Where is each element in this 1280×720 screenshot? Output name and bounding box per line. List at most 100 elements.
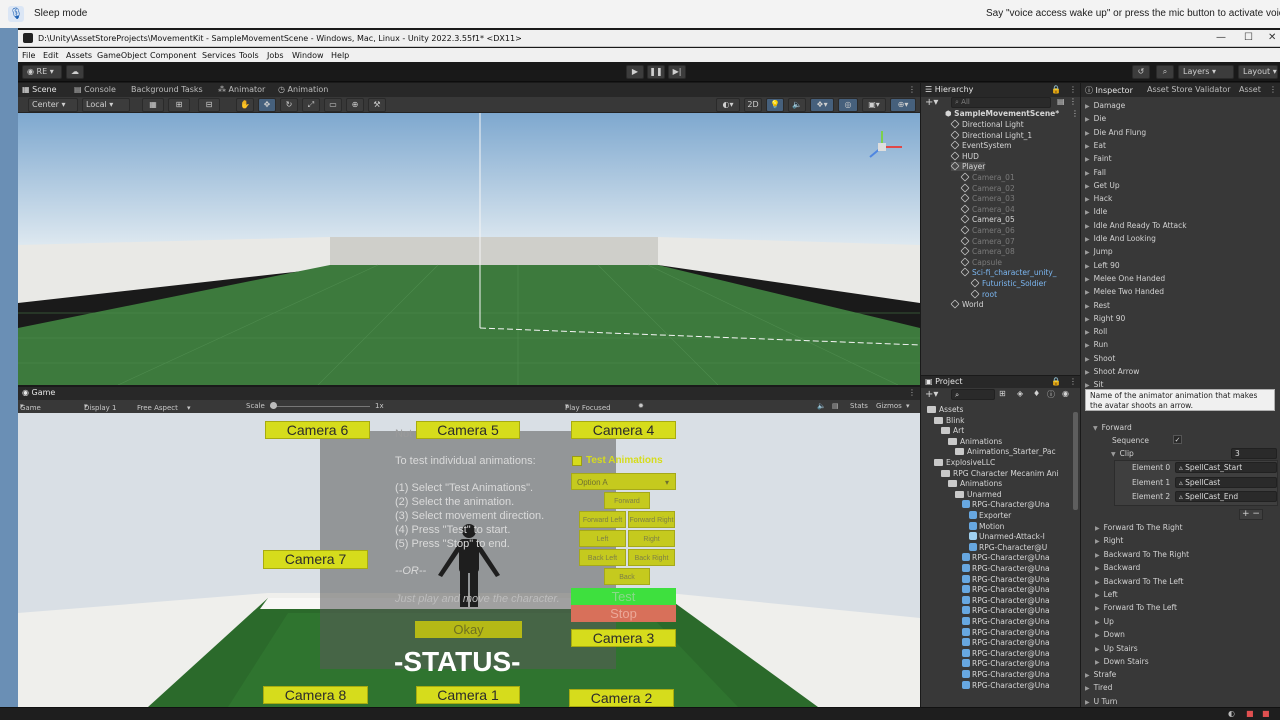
clip-foldout[interactable]: ▼ Clip — [1111, 449, 1134, 458]
inspector-foldout[interactable]: ▶ Left 90 — [1085, 261, 1120, 270]
mute-icon[interactable]: 🔈 — [817, 402, 826, 410]
info-icon[interactable]: ⓘ — [1047, 389, 1055, 400]
inspector-foldout[interactable]: ▶ Shoot — [1085, 354, 1115, 363]
hierarchy-item[interactable]: Directional Light — [950, 119, 1024, 129]
inspector-foldout[interactable]: ▶ U Turn — [1085, 697, 1117, 706]
more-icon[interactable]: ⋮ — [908, 85, 916, 97]
inspector-foldout[interactable]: ▶ Jump — [1085, 247, 1113, 256]
inspector-foldout[interactable]: ▶ Rest — [1085, 301, 1110, 310]
project-item[interactable]: RPG-Character@Una — [962, 680, 1050, 690]
rect-tool-icon[interactable]: ▭ — [324, 98, 342, 112]
custom-tool-icon[interactable]: ⚒ — [368, 98, 386, 112]
okay-button[interactable]: Okay — [415, 621, 522, 638]
camera-7-button[interactable]: Camera 7 — [263, 550, 368, 569]
project-item[interactable]: RPG-Character@Una — [962, 670, 1050, 679]
test-button[interactable]: Test — [571, 588, 676, 605]
tab-animation[interactable]: ◷ Animation — [278, 85, 328, 97]
hierarchy-item[interactable]: Camera_06 — [960, 225, 1015, 235]
hierarchy-more-icon[interactable]: ⋮ — [1069, 85, 1077, 97]
scale-tool-icon[interactable]: ⤢ — [302, 98, 320, 112]
project-item[interactable]: RPG Character Mecanim Ani — [941, 469, 1059, 478]
camera-3-button[interactable]: Camera 3 — [571, 629, 676, 647]
inspector-foldout[interactable]: ▶ Melee One Handed — [1085, 274, 1165, 283]
hierarchy-item[interactable]: Camera_08 — [960, 246, 1015, 256]
history-icon[interactable]: ↺ — [1132, 65, 1150, 79]
inspector-foldout[interactable]: ▶ Strafe — [1085, 670, 1116, 679]
increment-icon[interactable]: ⊟ — [198, 98, 220, 112]
camera-4-button[interactable]: Camera 4 — [571, 421, 676, 439]
project-item[interactable]: RPG-Character@Una — [962, 585, 1050, 594]
stop-button[interactable]: Stop — [571, 605, 676, 622]
inspector-foldout[interactable]: ▶ Eat — [1085, 141, 1106, 150]
clip-count-field[interactable]: 3 — [1231, 448, 1277, 459]
hierarchy-filter-icon[interactable]: ▤ — [1057, 97, 1065, 106]
scene-more-icon[interactable]: ⋮ — [1071, 109, 1079, 118]
tab-asset-store-validator[interactable]: Asset Store Validator — [1147, 85, 1231, 97]
grid-icon[interactable]: ▦ — [142, 98, 164, 112]
inspector-foldout[interactable]: ▶ Hack — [1085, 194, 1112, 203]
forward-foldout[interactable]: ▼ Forward — [1093, 423, 1132, 432]
hierarchy-item[interactable]: World — [950, 299, 984, 309]
favorite-icon[interactable]: ♦ — [1033, 389, 1040, 398]
error-icon[interactable]: ■ — [1246, 709, 1254, 718]
inspector-foldout[interactable]: ▶ Faint — [1085, 154, 1112, 163]
project-item[interactable]: Motion — [969, 521, 1004, 531]
hierarchy-item[interactable]: Futuristic_Soldier — [970, 278, 1046, 288]
camera-1-button[interactable]: Camera 1 — [416, 686, 520, 704]
shading-mode-icon[interactable]: ◐▾ — [716, 98, 740, 112]
inspector-foldout[interactable]: ▶ Fall — [1085, 168, 1106, 177]
search-icon[interactable]: ⌕ — [1156, 65, 1174, 79]
hierarchy-item[interactable]: Capsule — [960, 257, 1002, 267]
hidden-objects-icon[interactable]: ◎ — [838, 98, 858, 112]
toggle-2d-button[interactable]: 2D — [744, 98, 762, 112]
step-icon[interactable]: ▶| — [668, 65, 686, 79]
tab-scene[interactable]: ▦ Scene — [22, 85, 57, 97]
project-item[interactable]: Exporter — [969, 511, 1011, 520]
tab-background-tasks[interactable]: Background Tasks — [131, 85, 203, 97]
inspector-foldout[interactable]: ▶ Down Stairs — [1095, 657, 1149, 666]
close-icon[interactable]: ✕ — [1268, 32, 1276, 43]
project-item[interactable]: Animations — [948, 479, 1002, 488]
project-item[interactable]: Unarmed-Attack-I — [969, 532, 1045, 541]
inspector-foldout[interactable]: ▶ Forward To The Right — [1095, 523, 1183, 532]
menu-assets[interactable]: Assets — [66, 51, 92, 60]
effects-icon[interactable]: ❖▾ — [810, 98, 834, 112]
account-button[interactable]: ◉ RE ▾ — [22, 65, 62, 79]
bug-icon[interactable]: ✹ — [638, 402, 644, 410]
project-add-icon[interactable]: +▾ — [925, 389, 938, 400]
camera-6-button[interactable]: Camera 6 — [265, 421, 370, 439]
direction-back-right-button[interactable]: Back Right — [628, 549, 675, 566]
menu-jobs[interactable]: Jobs — [267, 51, 284, 60]
camera-settings-icon[interactable]: ▣▾ — [862, 98, 886, 112]
inspector-foldout[interactable]: ▶ Run — [1085, 340, 1108, 349]
gizmos-icon[interactable]: ⊕▾ — [890, 98, 916, 112]
inspector-foldout[interactable]: ▶ Right — [1095, 536, 1123, 545]
search-by-type-icon[interactable]: ⊞ — [999, 389, 1006, 398]
inspector-foldout[interactable]: ▶ Up Stairs — [1095, 644, 1138, 653]
camera-2-button[interactable]: Camera 2 — [569, 689, 674, 707]
pivot-dropdown[interactable]: Center ▾ — [28, 98, 78, 112]
hierarchy-item[interactable]: HUD — [950, 151, 979, 161]
space-dropdown[interactable]: Local ▾ — [82, 98, 130, 112]
hand-tool-icon[interactable]: ✋ — [236, 98, 254, 112]
direction-forward-left-button[interactable]: Forward Left — [579, 511, 626, 528]
pause-icon[interactable]: ❚❚ — [647, 65, 665, 79]
inspector-foldout[interactable]: ▶ Melee Two Handed — [1085, 287, 1164, 296]
display-mode-dropdown[interactable]: Game ▾ — [20, 402, 41, 412]
project-item[interactable]: Animations — [948, 437, 1002, 446]
project-item[interactable]: Animations_Starter_Pac — [955, 447, 1056, 456]
hierarchy-item[interactable]: Camera_03 — [960, 193, 1015, 203]
inspector-foldout[interactable]: ▶ Right 90 — [1085, 314, 1125, 323]
hierarchy-scene-root[interactable]: ⬢ SampleMovementScene* — [945, 109, 1059, 118]
hierarchy-item[interactable]: Directional Light_1 — [950, 130, 1032, 140]
direction-back-button[interactable]: Back — [604, 568, 650, 585]
vsync-icon[interactable]: ▤ — [832, 402, 839, 410]
inspector-foldout[interactable]: ▶ Backward To The Right — [1095, 550, 1189, 559]
inspector-foldout[interactable]: ▶ Get Up — [1085, 181, 1120, 190]
hierarchy-item[interactable]: Camera_05 — [960, 214, 1015, 224]
clip-element-field[interactable]: ▵ SpellCast_Start — [1175, 462, 1277, 473]
project-item[interactable]: RPG-Character@Una — [962, 659, 1050, 668]
game-more-icon[interactable]: ⋮ — [908, 388, 916, 400]
project-item[interactable]: RPG-Character@Una — [962, 638, 1050, 647]
inspector-foldout[interactable]: ▶ Up — [1095, 617, 1114, 626]
